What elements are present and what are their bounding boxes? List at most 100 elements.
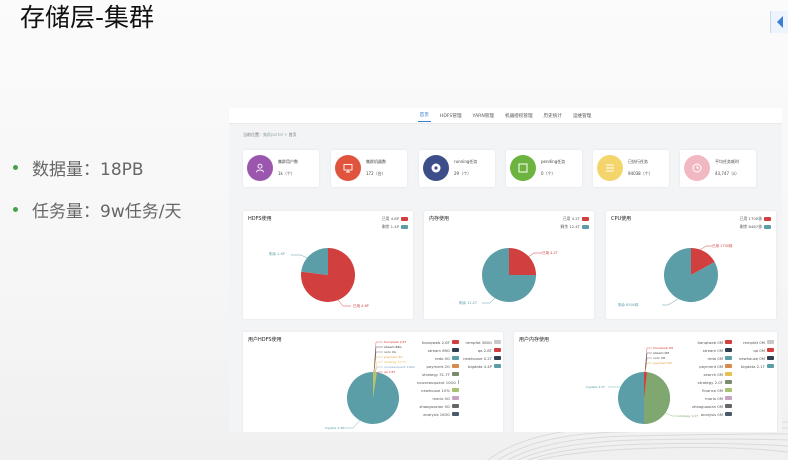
kpi-value: 1k（个） [278,171,295,176]
top-nav: 首页 HDFS管理 YARN管理 机器授权管理 历史统计 运维管理 [229,108,782,124]
breadcrumb: 当前位置：集群portal > 首页 [243,132,297,138]
legend-item[interactable]: nouveauquant 100G [417,378,459,386]
pie-label: qa 2.8T [384,370,396,374]
legend-item[interactable]: redo 0M [690,354,732,362]
pie-label: payment 2G [384,355,403,359]
clock-icon [684,155,710,181]
legend-swatch [725,356,732,360]
legend-label: newhouse 0.2T [463,355,492,361]
legend-label: finance 0M [702,387,723,393]
legend-item[interactable]: tianqiweb 0M [690,338,732,346]
legend-label: zhaoguoxian 0M [691,403,723,409]
legend-item[interactable]: finance 0M [690,386,732,394]
legend-item[interactable]: strategy 31.7T [417,370,459,378]
pie-label-used: 已用 1700核 [712,244,733,248]
user-icon [247,155,273,181]
legend-item[interactable]: qa 2.8T [459,346,501,354]
legend-item[interactable]: mario 0G [417,394,459,402]
legend-swatch [725,412,732,416]
legend-swatch [725,396,732,400]
list-icon [597,155,623,181]
legend-swatch [452,412,459,416]
bullet-dot-icon [13,164,18,170]
legend-swatch [452,404,459,408]
legend-label: qa 2.8T [477,347,492,353]
legend-item[interactable]: payment 0M [690,362,732,370]
tab-history[interactable]: 历史统计 [542,110,564,122]
disc-icon [423,155,449,181]
legend-label: stream 0M [702,347,723,353]
legend-item[interactable]: stream 89G [417,346,459,354]
pie-label: nouveauquant 100G [384,365,415,369]
legend-column-2: rempfat 380G qa 2.8T newhouse 0.2T bigda… [459,338,501,370]
legend-swatch [494,364,501,368]
legend-item[interactable]: newhouse 0M [732,354,774,362]
legend-item[interactable]: zhaoguoxian 0G [417,402,459,410]
kpi-label: 集群用户数 [278,159,298,164]
tab-machine-auth[interactable]: 机器授权管理 [503,110,535,122]
legend-item[interactable]: strategy 2.0T [690,378,732,386]
legend-swatch [725,372,732,376]
label-leader-line [527,252,542,258]
user-memory-usage-card: 用户内存使用 tianqiweb 0M stream 0M redo 0M pa… [514,332,777,432]
pie-label-main: bigdata 2.0T [586,385,605,389]
prev-slide-button[interactable] [770,11,788,33]
legend-item[interactable]: zhaoguoxian 0M [690,402,732,410]
legend-item[interactable]: newhouse 10% [417,386,459,394]
kpi-card-machines: 集群机器数 172（台） [331,150,407,187]
legend-item[interactable]: qa 0M [732,346,774,354]
legend-item[interactable]: payment 2G [417,362,459,370]
bullet-dot-icon [13,206,18,212]
breadcrumb-link[interactable]: 集群portal [263,132,283,137]
legend-column-1: tianqiweb 2.8T stream 89G redo 0G paymen… [417,338,459,418]
monitor-icon [335,155,361,181]
tab-ops[interactable]: 运维管理 [571,110,593,122]
legend-swatch [725,404,732,408]
hdfs-usage-card: HDFS使用 已用 4.6P 剩余 1.4P 剩余 1.4P 已用 4.6P [243,211,413,319]
legend-item[interactable]: rempfat 0M [732,338,774,346]
pie-label: stream 0M [653,351,669,355]
pie-label-free: 剩余 1.4P [269,252,285,256]
legend-item[interactable]: newhouse 0.2T [459,354,501,362]
pie-label-main: bigdata 4.4P [325,426,344,430]
kpi-label: running任务 [454,159,478,164]
legend-item[interactable]: rempfat 380G [459,338,501,346]
tab-home[interactable]: 首页 [417,109,431,122]
label-leader-line [699,245,712,251]
legend-item[interactable]: analysis 183G [417,410,459,418]
legend-item[interactable]: stream 0M [690,346,732,354]
legend-item[interactable]: analysis 0M [690,410,732,418]
pie-label-free: 剩余 12.2T [459,301,478,305]
pie-slice-strategy[interactable] [644,372,670,424]
bullet-item-data-volume: 数据量：18PB [13,155,181,180]
tab-hdfs[interactable]: HDFS管理 [438,110,464,122]
legend-swatch [452,372,459,376]
legend-swatch [725,340,732,344]
legend-swatch [725,388,732,392]
legend-item[interactable]: tianqiweb 2.8T [417,338,459,346]
legend-swatch [452,388,459,392]
pie-slice-used[interactable] [509,248,536,275]
pie-label-used: 已用 4.6P [353,304,369,308]
pie-label: strategy 31.7T [384,360,406,364]
label-leader-line [482,296,497,304]
legend-item[interactable]: redo 0G [417,354,459,362]
legend-swatch [457,380,459,384]
legend-item[interactable]: search 0M [690,370,732,378]
tab-yarn[interactable]: YARN管理 [471,110,496,122]
legend-column-1: tianqiweb 0M stream 0M redo 0M payment 0… [690,338,732,418]
legend-label: zhaoguoxian 0G [419,403,450,409]
legend-swatch [494,340,501,344]
legend-item[interactable]: mario 0M [690,394,732,402]
legend-label: tianqiweb 0M [697,339,724,345]
pie-slice-free[interactable] [301,248,328,275]
pie-label: payment 0M [653,361,672,365]
legend-item[interactable]: bigdata 4.4P [459,362,501,370]
legend-label: mario 0M [705,395,723,401]
legend-item[interactable]: bigdata 2.1T [732,362,774,370]
legend-swatch [725,348,732,352]
kpi-card-avg-time: 平均任务耗时 43,747（s） [680,150,756,187]
legend-label: newhouse 0M [738,355,765,361]
legend-swatch [452,364,459,368]
kpi-value: 172（台） [366,171,386,176]
